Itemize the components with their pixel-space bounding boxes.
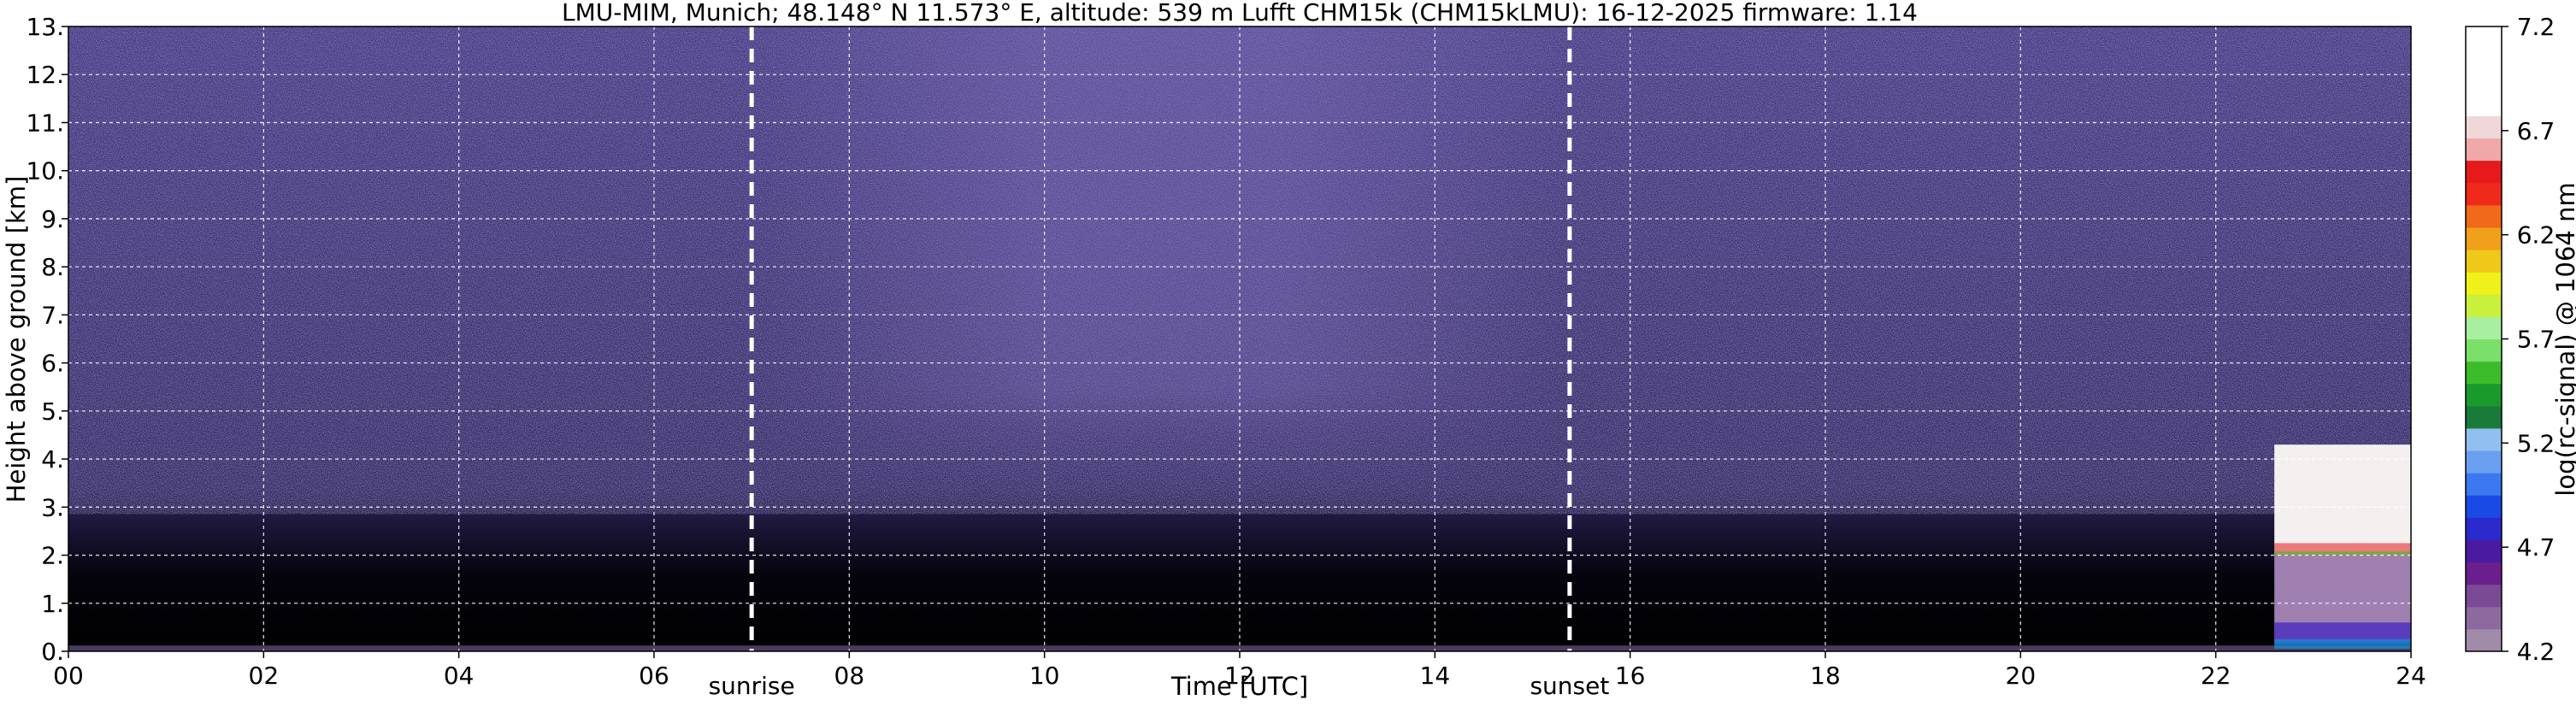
colorbar-tick-label: 7.2 [2517,13,2555,41]
colorbar-segment [2466,49,2502,72]
colorbar-label: log(rc-signal) @ 1064 nm [2551,181,2576,497]
colorbar-segment [2466,584,2502,608]
colorbar-tick-label: 5.2 [2517,429,2555,457]
colorbar-segment [2466,427,2502,451]
colorbar-segment [2466,71,2502,94]
colorbar-segment [2466,473,2502,496]
y-tick-label: 13. [26,13,64,41]
cloud-layer [2274,444,2411,556]
colorbar-segment [2466,606,2502,630]
y-tick-label: 1. [41,590,64,618]
y-tick-label: 9. [41,205,64,233]
colorbar-tick-label: 6.7 [2517,117,2555,145]
y-tick-label: 3. [41,493,64,521]
y-tick-label: 0. [41,638,64,666]
y-tick-label: 8. [41,253,64,281]
y-tick-label: 6. [41,350,64,378]
y-tick-label: 12. [26,61,64,89]
colorbar-tick-label: 4.7 [2517,533,2555,562]
colorbar-segment [2466,160,2502,184]
colorbar-segment [2466,227,2502,250]
colorbar-segment [2466,26,2502,50]
aerosol-layer-bottom [2274,638,2411,650]
y-tick-label: 2. [41,542,64,570]
colorbar-segment [2466,182,2502,206]
colorbar-segment [2466,138,2502,162]
colorbar-segment [2466,495,2502,518]
y-tick-label: 5. [41,397,64,426]
y-tick-label: 10. [26,157,64,185]
colorbar-segment [2466,115,2502,139]
colorbar-tick-label: 5.7 [2517,326,2555,354]
y-tick-label: 7. [41,301,64,329]
colorbar-segment [2466,628,2502,652]
chart-svg: 00 02 04 06 08 10 12 14 16 18 20 22 240.1.2.3.4.5.6.… [26,13,2555,700]
x-axis-label: Time [UTC] [1170,672,1309,701]
colorbar-segment [2466,450,2502,474]
colorbar-segment [2466,361,2502,385]
colorbar-segment [2466,405,2502,429]
colorbar-segment [2466,539,2502,563]
cloud-base-rim [2274,551,2411,556]
colorbar-segment [2466,204,2502,228]
colorbar-segment [2466,383,2502,407]
colorbar-tick-label: 6.2 [2517,221,2555,250]
y-axis-label: Height above ground [km] [2,175,31,503]
colorbar-segment [2466,250,2502,273]
colorbar-segment [2466,562,2502,585]
colorbar-segment [2466,316,2502,339]
y-tick-label: 4. [41,445,64,474]
colorbar-segment [2466,294,2502,317]
colorbar-segment [2466,272,2502,295]
lidar-figure: LMU-MIM, Munich; 48.148° N 11.573° E, al… [0,0,2576,706]
colorbar-tick-label: 4.2 [2517,638,2555,666]
colorbar-segment [2466,517,2502,540]
colorbar-segment [2466,338,2502,362]
y-tick-label: 11. [26,109,64,137]
daytime-background [752,26,1572,651]
colorbar-segment [2466,93,2502,116]
